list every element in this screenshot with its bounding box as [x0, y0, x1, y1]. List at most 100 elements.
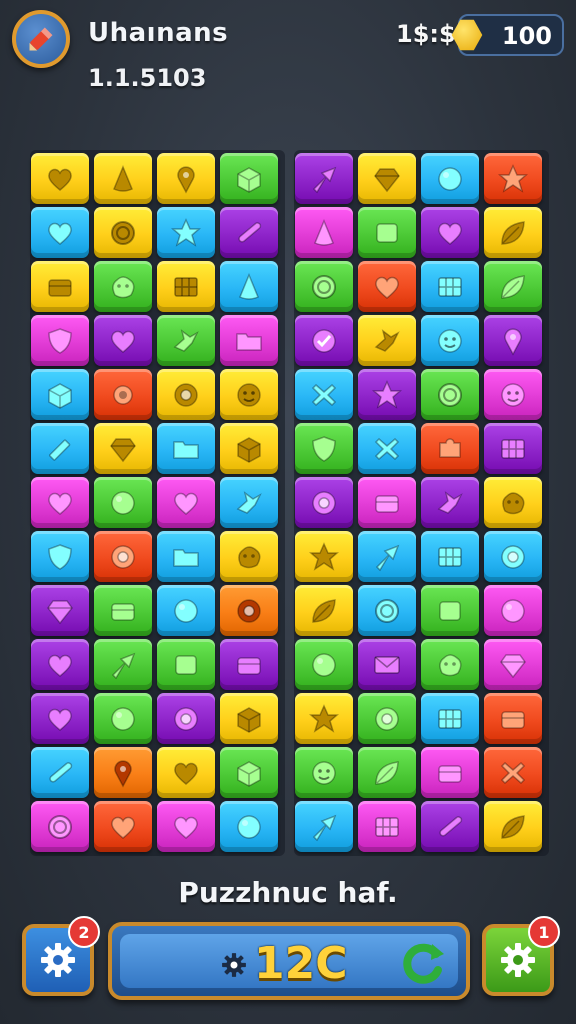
- puzzle-tile[interactable]: [421, 747, 479, 798]
- puzzle-tile[interactable]: [31, 423, 89, 474]
- puzzle-tile[interactable]: [157, 747, 215, 798]
- puzzle-tile[interactable]: [484, 261, 542, 312]
- puzzle-tile[interactable]: [295, 153, 353, 204]
- puzzle-tile[interactable]: [31, 207, 89, 258]
- puzzle-tile[interactable]: [94, 153, 152, 204]
- puzzle-tile[interactable]: [94, 315, 152, 366]
- puzzle-tile[interactable]: [358, 747, 416, 798]
- puzzle-tile[interactable]: [484, 369, 542, 420]
- puzzle-tile[interactable]: [484, 207, 542, 258]
- puzzle-tile[interactable]: [295, 315, 353, 366]
- puzzle-tile[interactable]: [484, 153, 542, 204]
- puzzle-tile[interactable]: [94, 531, 152, 582]
- puzzle-tile[interactable]: [295, 477, 353, 528]
- puzzle-tile[interactable]: [94, 261, 152, 312]
- puzzle-tile[interactable]: [484, 585, 542, 636]
- puzzle-tile[interactable]: [358, 531, 416, 582]
- puzzle-tile[interactable]: [220, 531, 278, 582]
- puzzle-tile[interactable]: [421, 423, 479, 474]
- puzzle-tile[interactable]: [295, 639, 353, 690]
- puzzle-tile[interactable]: [358, 693, 416, 744]
- puzzle-tile[interactable]: [157, 261, 215, 312]
- puzzle-tile[interactable]: [157, 369, 215, 420]
- puzzle-tile[interactable]: [421, 477, 479, 528]
- puzzle-tile[interactable]: [220, 585, 278, 636]
- puzzle-tile[interactable]: [358, 585, 416, 636]
- puzzle-tile[interactable]: [220, 693, 278, 744]
- puzzle-tile[interactable]: [31, 801, 89, 852]
- puzzle-tile[interactable]: [94, 585, 152, 636]
- puzzle-tile[interactable]: [295, 747, 353, 798]
- puzzle-tile[interactable]: [358, 369, 416, 420]
- puzzle-tile[interactable]: [484, 801, 542, 852]
- puzzle-tile[interactable]: [358, 261, 416, 312]
- puzzle-tile[interactable]: [157, 585, 215, 636]
- puzzle-tile[interactable]: [295, 261, 353, 312]
- puzzle-tile[interactable]: [295, 423, 353, 474]
- puzzle-tile[interactable]: [31, 315, 89, 366]
- puzzle-tile[interactable]: [484, 315, 542, 366]
- puzzle-tile[interactable]: [31, 531, 89, 582]
- puzzle-tile[interactable]: [220, 747, 278, 798]
- puzzle-tile[interactable]: [157, 531, 215, 582]
- puzzle-tile[interactable]: [421, 801, 479, 852]
- puzzle-tile[interactable]: [157, 639, 215, 690]
- puzzle-tile[interactable]: [220, 477, 278, 528]
- puzzle-tile[interactable]: [157, 477, 215, 528]
- puzzle-tile[interactable]: [421, 369, 479, 420]
- puzzle-tile[interactable]: [157, 315, 215, 366]
- puzzle-tile[interactable]: [94, 423, 152, 474]
- puzzle-tile[interactable]: [421, 531, 479, 582]
- puzzle-tile[interactable]: [484, 693, 542, 744]
- puzzle-tile[interactable]: [484, 477, 542, 528]
- puzzle-tile[interactable]: [484, 423, 542, 474]
- puzzle-tile[interactable]: [484, 639, 542, 690]
- puzzle-tile[interactable]: [220, 261, 278, 312]
- puzzle-tile[interactable]: [94, 693, 152, 744]
- puzzle-tile[interactable]: [94, 207, 152, 258]
- puzzle-tile[interactable]: [421, 639, 479, 690]
- puzzle-tile[interactable]: [157, 693, 215, 744]
- puzzle-tile[interactable]: [358, 423, 416, 474]
- puzzle-tile[interactable]: [31, 639, 89, 690]
- puzzle-tile[interactable]: [94, 639, 152, 690]
- puzzle-tile[interactable]: [358, 477, 416, 528]
- puzzle-tile[interactable]: [157, 207, 215, 258]
- puzzle-tile[interactable]: [31, 747, 89, 798]
- puzzle-tile[interactable]: [358, 153, 416, 204]
- puzzle-tile[interactable]: [157, 423, 215, 474]
- puzzle-tile[interactable]: [31, 369, 89, 420]
- puzzle-tile[interactable]: [220, 207, 278, 258]
- puzzle-tile[interactable]: [295, 801, 353, 852]
- puzzle-tile[interactable]: [421, 315, 479, 366]
- settings-button-right[interactable]: 1: [482, 916, 560, 996]
- puzzle-tile[interactable]: [421, 153, 479, 204]
- puzzle-tile[interactable]: [220, 801, 278, 852]
- puzzle-tile[interactable]: [94, 747, 152, 798]
- puzzle-tile[interactable]: [295, 207, 353, 258]
- puzzle-tile[interactable]: [421, 261, 479, 312]
- puzzle-tile[interactable]: [295, 585, 353, 636]
- puzzle-tile[interactable]: [421, 207, 479, 258]
- puzzle-tile[interactable]: [157, 153, 215, 204]
- puzzle-tile[interactable]: [220, 153, 278, 204]
- puzzle-tile[interactable]: [220, 315, 278, 366]
- refresh-icon[interactable]: [398, 940, 448, 990]
- puzzle-tile[interactable]: [31, 477, 89, 528]
- puzzle-tile[interactable]: [157, 801, 215, 852]
- game-logo[interactable]: [12, 10, 70, 68]
- puzzle-tile[interactable]: [94, 477, 152, 528]
- puzzle-tile[interactable]: [358, 639, 416, 690]
- puzzle-tile[interactable]: [220, 639, 278, 690]
- puzzle-tile[interactable]: [295, 369, 353, 420]
- puzzle-tile[interactable]: [484, 747, 542, 798]
- puzzle-tile[interactable]: [31, 261, 89, 312]
- coin-counter[interactable]: 100: [451, 14, 564, 56]
- puzzle-tile[interactable]: [421, 693, 479, 744]
- puzzle-tile[interactable]: [31, 693, 89, 744]
- puzzle-tile[interactable]: [31, 153, 89, 204]
- puzzle-tile[interactable]: [94, 369, 152, 420]
- puzzle-tile[interactable]: [484, 531, 542, 582]
- puzzle-tile[interactable]: [358, 801, 416, 852]
- settings-button-left[interactable]: 2: [22, 916, 100, 996]
